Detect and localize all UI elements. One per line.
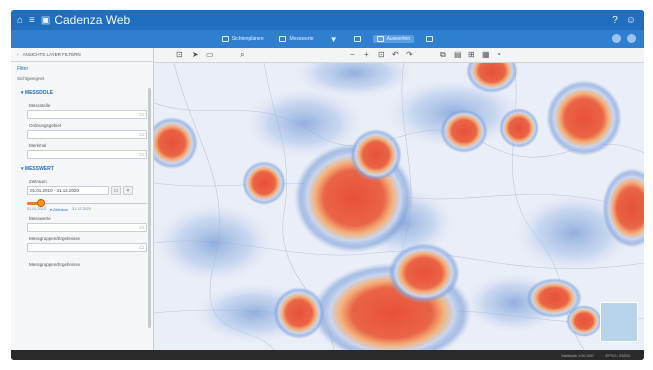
chart-view-icon[interactable]: ▦ — [482, 50, 490, 60]
status-bar: Maßstab 1:50.000 EPSG: 25832 — [11, 350, 644, 360]
toolbar-button-plan[interactable]: Sichtenplanen — [218, 35, 268, 43]
date-range-input[interactable]: 01.01.2010 - 31.12.2020 — [27, 186, 109, 195]
measure-icon[interactable]: ▭ — [206, 50, 214, 60]
filter-toolbar-icon[interactable]: ▼ — [326, 34, 342, 45]
chevron-down-icon: ▭ — [139, 225, 144, 231]
back-icon[interactable]: ‹ — [17, 52, 19, 57]
settings-icon[interactable] — [612, 34, 621, 43]
redo-icon[interactable]: ↷ — [406, 50, 413, 60]
filter-subtitle: Sichtgeeignet — [17, 76, 45, 81]
time-slider[interactable] — [27, 199, 147, 207]
slider-mid-label[interactable]: ▾ Zeitraum — [50, 207, 68, 212]
field-label-merkmal: Merkmal — [29, 143, 47, 148]
field-label-messwerte: Messwerte — [29, 216, 51, 221]
messwerte-select[interactable]: ▭ — [27, 223, 147, 232]
slider-track — [27, 203, 147, 204]
help-icon[interactable]: ? — [612, 15, 618, 26]
slider-handle[interactable] — [36, 199, 45, 207]
menu-icon[interactable]: ≡ — [29, 15, 35, 26]
field-label-messgruppen: Messgruppen/Ergebnisse — [29, 236, 81, 241]
more-toolbar-icon[interactable] — [422, 35, 437, 43]
info-icon[interactable]: ◔ — [496, 50, 501, 60]
merkmal-select[interactable]: ▭ — [27, 150, 147, 159]
select-tool-icon[interactable]: ⊡ — [176, 50, 183, 60]
filter-sidebar: ‹ ANSICHTS LAYER FILTERN Filter Sichtgee… — [11, 48, 154, 350]
table-icon — [279, 36, 287, 42]
zoom-in-icon[interactable]: + — [364, 50, 369, 60]
sidebar-header-title: ANSICHTS LAYER FILTERN — [22, 52, 81, 57]
overview-map[interactable] — [600, 302, 638, 342]
map-toolbar: ⊡ ➤ ▭ ⌕ − + ⊡ ↶ ↷ ⧉ ▤ ⊞ ▦ ◔ — [154, 48, 644, 63]
toolbar-button-label: Auswerten — [386, 36, 411, 42]
chevron-down-icon: ▭ — [139, 245, 144, 251]
toolbar-button-label: Messwerte — [289, 36, 314, 42]
chevron-down-icon: ▭ — [139, 152, 144, 158]
search-icon[interactable]: ⌕ — [240, 50, 244, 60]
main-toolbar: Sichtenplanen Messwerte ▼ Auswerten — [11, 30, 644, 48]
pointer-icon[interactable]: ➤ — [192, 50, 199, 60]
home-icon[interactable]: ⌂ — [17, 15, 23, 26]
scale-readout: Maßstab 1:50.000 — [561, 352, 594, 358]
slider-start-label: 01.01.2010 — [27, 207, 47, 211]
sidebar-scrollbar[interactable] — [148, 88, 151, 328]
field-label-zeitraum: Zeitraum — [29, 179, 47, 184]
toolbar-button-measure[interactable]: Messwerte — [275, 35, 317, 43]
heatmap-map[interactable] — [154, 63, 644, 350]
print-icon[interactable]: ▤ — [454, 50, 462, 60]
app-title: Cadenza Web — [54, 13, 131, 27]
field-label-bottom: Messgruppen/Ergebnisse — [29, 262, 81, 267]
chevron-down-icon: ▭ — [139, 112, 144, 118]
application-window: ⌂ ≡ ▣ Cadenza Web ? ☺ Sichtenplanen Mess… — [11, 10, 644, 360]
share-icon[interactable] — [627, 34, 636, 43]
export-toolbar-icon[interactable] — [350, 35, 365, 43]
user-icon[interactable]: ☺ — [626, 15, 636, 26]
zoom-out-icon[interactable]: − — [350, 50, 355, 60]
messstelle-select[interactable]: ▭ — [27, 110, 147, 119]
toolbar-button-label: Sichtenplanen — [231, 36, 264, 42]
slider-end-label: 31.12.2020 — [71, 207, 91, 211]
extent-icon[interactable]: ⊡ — [378, 50, 385, 60]
crs-readout: EPSG: 25832 — [605, 352, 630, 358]
filter-title: Filter — [17, 66, 29, 72]
section-messdole[interactable]: ▾ MESSDOLE — [11, 83, 153, 99]
ordnungsgebiet-select[interactable]: ▭ — [27, 130, 147, 139]
calendar-icon[interactable]: ▭ — [111, 186, 121, 195]
reset-icon[interactable]: × — [123, 186, 133, 195]
messgruppen-select[interactable]: ▭ — [27, 243, 147, 252]
undo-icon[interactable]: ↶ — [392, 50, 399, 60]
toolbar-button-analyze[interactable]: Auswerten — [372, 35, 415, 43]
title-bar: ⌂ ≡ ▣ Cadenza Web ? ☺ — [11, 10, 644, 30]
app-logo-icon: ▣ — [40, 14, 51, 26]
field-label-ordnungsgebiet: Ordnungsgebiet — [29, 123, 62, 128]
field-label-messstelle: Messstelle — [29, 103, 51, 108]
grid-icon — [221, 36, 229, 42]
chevron-down-icon: ▭ — [139, 132, 144, 138]
section-messwert[interactable]: ▾ MESSWERT — [11, 159, 153, 175]
sidebar-header: ‹ ANSICHTS LAYER FILTERN — [11, 48, 153, 62]
table-view-icon[interactable]: ⊞ — [468, 50, 475, 60]
heatmap-layer — [154, 63, 644, 350]
chart-icon — [376, 36, 384, 42]
layers-icon[interactable]: ⧉ — [440, 50, 446, 60]
